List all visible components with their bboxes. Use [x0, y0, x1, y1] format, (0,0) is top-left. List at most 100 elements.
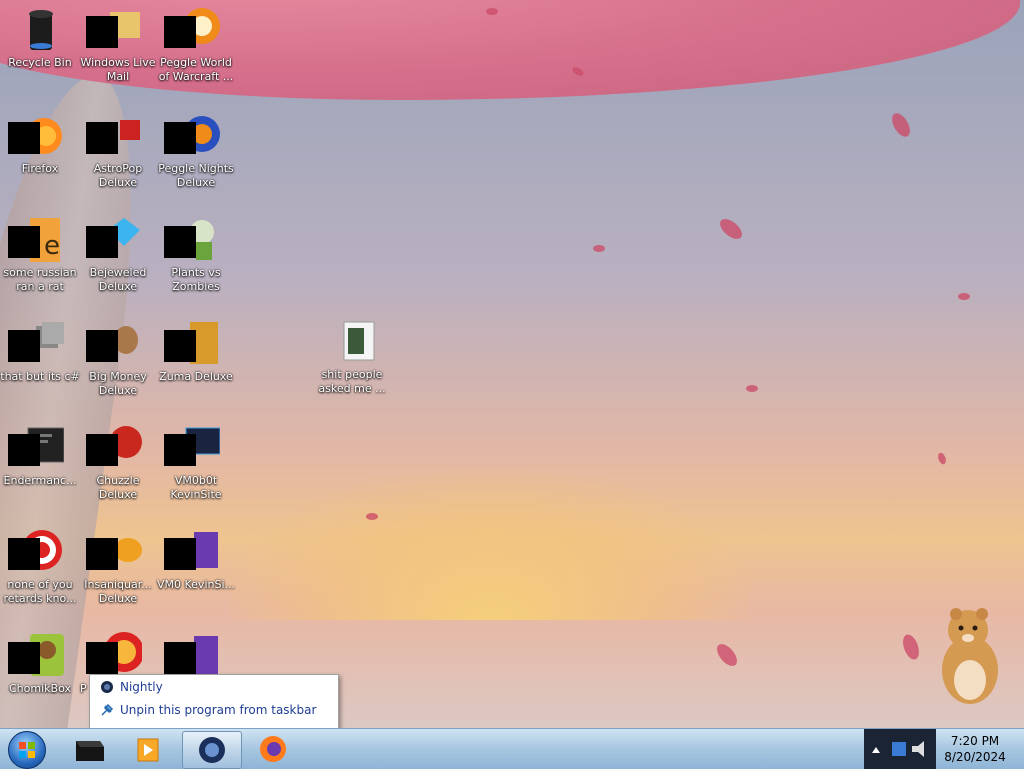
desktop-icon-label: that but its c# — [0, 370, 80, 383]
redaction-box — [8, 434, 40, 466]
plant-icon — [164, 216, 220, 264]
desktop-icon-peggle-nights[interactable]: Peggle Nights Deluxe — [156, 112, 236, 190]
petal — [936, 451, 948, 466]
desktop-icon-endermanch[interactable]: Endermanc... — [0, 424, 80, 488]
recycle-bin-icon — [16, 6, 64, 54]
hamster-widget — [942, 608, 998, 704]
nightly-icon — [101, 680, 113, 693]
jump-list-item-nightly[interactable]: Nightly — [90, 675, 338, 698]
windows-logo-icon — [8, 731, 46, 769]
rat-app-icon: e — [8, 216, 64, 264]
media-player-icon — [137, 738, 159, 762]
redaction-box — [8, 538, 40, 570]
redaction-box — [164, 538, 196, 570]
desktop-icon-zuma[interactable]: Zuma Deluxe — [156, 320, 236, 384]
taskbar-app-1[interactable] — [60, 731, 118, 767]
desktop-icon-astropop[interactable]: AstroPop Deluxe — [78, 112, 158, 190]
redaction-box — [164, 226, 196, 258]
redaction-box — [86, 16, 118, 48]
jump-list-label: Nightly — [120, 679, 163, 694]
chomikbox-icon — [8, 632, 64, 680]
desktop-icon-label: AstroPop Deluxe — [93, 162, 143, 189]
redaction-box — [8, 642, 40, 674]
peggle-icon — [164, 6, 220, 54]
taskbar-media-player[interactable] — [120, 731, 178, 767]
redaction-box — [8, 330, 40, 362]
system-tray: 7:20 PM 8/20/2024 — [862, 729, 1024, 769]
gem-icon — [86, 216, 142, 264]
desktop-icon-vs-partial[interactable] — [156, 632, 236, 680]
wallpaper-sunset — [230, 470, 750, 620]
firefox-icon — [260, 736, 286, 762]
zuma-icon — [164, 320, 220, 368]
tray-icons-area — [864, 729, 936, 769]
svg-text:e: e — [44, 231, 60, 261]
desktop-icon-big-money[interactable]: Big Money Deluxe — [78, 320, 158, 398]
network-icon[interactable] — [892, 742, 906, 756]
desktop-icon-bejeweled[interactable]: Bejeweled Deluxe — [78, 216, 158, 294]
chuzzle-icon — [86, 424, 142, 472]
desktop-icon-shit-people-asked-me[interactable]: shit people asked me ... — [312, 318, 392, 396]
jump-list-item-unpin[interactable]: Unpin this program from taskbar — [90, 698, 338, 721]
desktop-icon-label: Insaniquar... Deluxe — [84, 578, 152, 605]
desktop-icon-some-russian-ran-a-rat[interactable]: e some russian ran a rat — [0, 216, 80, 294]
desktop-icon-label: Firefox — [21, 162, 59, 175]
redaction-box — [164, 642, 196, 674]
red-circle-app-icon — [8, 528, 64, 576]
desktop-icon-label: Big Money Deluxe — [89, 370, 147, 397]
desktop-icon-that-but-its-csharp[interactable]: that but its c# — [0, 320, 80, 384]
taskbar-nightly[interactable] — [182, 731, 242, 769]
shortcut-stack-icon — [8, 320, 64, 368]
taskbar: 7:20 PM 8/20/2024 — [0, 728, 1024, 769]
show-hidden-icons-chevron-icon[interactable] — [872, 747, 880, 753]
redaction-box — [8, 226, 40, 258]
desktop-icon-recycle-bin[interactable]: Recycle Bin — [0, 6, 80, 70]
petal — [366, 513, 378, 520]
start-button[interactable] — [2, 730, 52, 769]
astropop-icon — [86, 112, 142, 160]
redaction-box — [164, 16, 196, 48]
redaction-box — [86, 434, 118, 466]
petal — [888, 110, 914, 140]
desktop-icon-label: Windows Live Mail — [80, 56, 156, 83]
volume-icon[interactable] — [912, 741, 924, 757]
petal — [486, 8, 498, 15]
desktop-icon-label: Plants vs Zombies — [171, 266, 221, 293]
desktop-icon-insaniquarium[interactable]: Insaniquar... Deluxe — [78, 528, 158, 606]
desktop[interactable]: Recycle Bin Firefox e some russian ran a… — [0, 0, 1024, 728]
desktop-icon-label: Bejeweled Deluxe — [89, 266, 147, 293]
redaction-box — [86, 122, 118, 154]
desktop-icon-label: Peggle Nights Deluxe — [158, 162, 234, 189]
desktop-icon-label: VM0 KevinSi... — [156, 578, 235, 591]
taskbar-jump-list: Nightly Unpin this program from taskbar — [89, 674, 339, 730]
desktop-icon-chuzzle[interactable]: Chuzzle Deluxe — [78, 424, 158, 502]
fish-icon — [86, 528, 142, 576]
petal — [899, 632, 923, 662]
redaction-box — [86, 330, 118, 362]
petal — [716, 215, 746, 243]
desktop-icon-peggle-wow[interactable]: Peggle World of Warcraft ... — [156, 6, 236, 84]
jump-list-label: Unpin this program from taskbar — [120, 702, 317, 717]
desktop-icon-label: Peggle World of Warcraft ... — [158, 56, 234, 83]
desktop-icon-label: Chuzzle Deluxe — [96, 474, 140, 501]
petal — [958, 293, 970, 300]
vs-purple-icon — [164, 632, 220, 680]
nightly-icon — [199, 737, 225, 763]
taskbar-firefox[interactable] — [244, 731, 302, 767]
redaction-box — [164, 330, 196, 362]
desktop-icon-vm0b0t[interactable]: VM0b0t KevinSite — [156, 424, 236, 502]
desktop-icon-label: some russian ran a rat — [3, 266, 77, 293]
monitor-icon — [164, 424, 221, 472]
desktop-icon-none-of-you[interactable]: none of you retards kno... — [0, 528, 80, 606]
desktop-icon-windows-live-mail[interactable]: Windows Live Mail — [78, 6, 158, 84]
desktop-icon-chomikbox[interactable]: ChomikBox — [0, 632, 80, 696]
money-bag-icon — [86, 320, 142, 368]
desktop-icon-plants-vs-zombies[interactable]: Plants vs Zombies — [156, 216, 236, 294]
desktop-icon-vm0-kevinsite[interactable]: VM0 KevinSi... — [156, 528, 236, 592]
redaction-box — [8, 122, 40, 154]
desktop-icon-firefox[interactable]: Firefox — [0, 112, 80, 176]
redaction-box — [86, 226, 118, 258]
clock[interactable]: 7:20 PM 8/20/2024 — [940, 733, 1010, 765]
vs-purple-icon — [164, 528, 220, 576]
unpin-icon — [101, 703, 114, 716]
